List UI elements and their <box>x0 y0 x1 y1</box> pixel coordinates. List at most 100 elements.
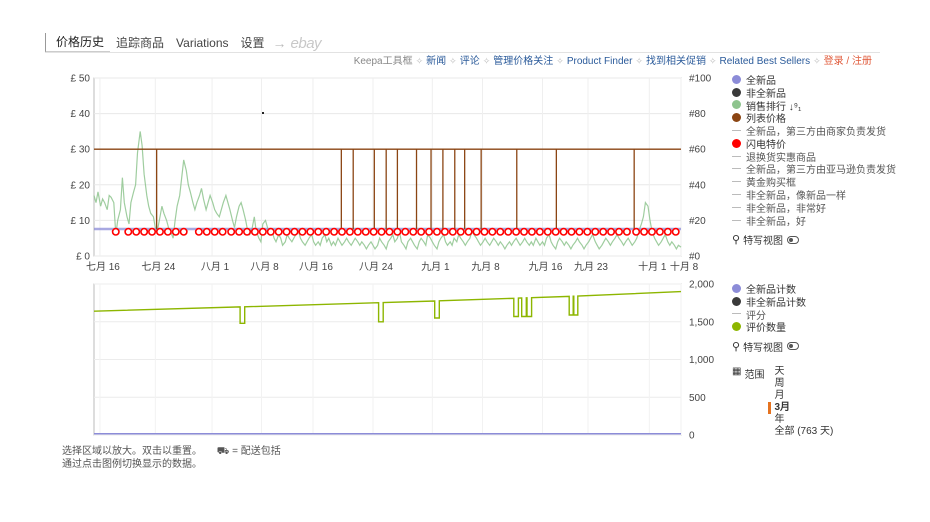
magnifier-icon: ⚲ <box>732 340 741 353</box>
toggle-switch-icon[interactable] <box>787 235 800 244</box>
zoom-toggle[interactable]: ⚲ 特写视图 <box>732 233 896 247</box>
lightning-deal-marker <box>567 227 576 236</box>
range-option[interactable]: 3月 <box>768 402 833 414</box>
legend-item[interactable]: 评价数量 <box>732 320 806 334</box>
lightning-deal-marker <box>306 227 315 236</box>
data-point-mark <box>262 112 264 114</box>
x-tick-label: 十月 1 <box>638 260 667 273</box>
range-option[interactable]: 周 <box>774 378 833 390</box>
lightning-deal-marker <box>218 227 227 236</box>
range-option[interactable]: 月 <box>774 390 833 402</box>
lightning-deal-marker <box>132 227 141 236</box>
lightning-deal-marker <box>353 227 362 236</box>
lightning-deal-marker <box>155 227 164 236</box>
lightning-deal-marker <box>535 227 544 236</box>
legend-swatch <box>732 155 741 157</box>
y-tick-left: £ 40 <box>71 109 91 120</box>
legend-swatch <box>732 168 741 170</box>
range-option[interactable]: 全部 (763 天) <box>774 426 833 438</box>
legend-swatch <box>732 87 741 97</box>
x-tick-label: 八月 16 <box>299 261 333 273</box>
x-tick-label: 九月 1 <box>421 261 450 273</box>
range-option[interactable]: 年 <box>774 414 833 426</box>
lightning-deal-marker <box>599 227 608 236</box>
lightning-deal-marker <box>361 227 370 236</box>
x-tick-label: 八月 1 <box>201 261 230 273</box>
legend-swatch <box>732 313 741 315</box>
lightning-deal-marker <box>337 227 346 236</box>
chart-hint-line2: 通过点击图例切换显示的数据。 <box>62 459 202 470</box>
lightning-deal-marker <box>345 227 354 236</box>
shipping-note: = 配送包括 <box>232 446 281 457</box>
lightning-deal-marker <box>575 227 584 236</box>
legend-swatch <box>732 113 741 123</box>
y-tick-right: #0 <box>689 252 701 263</box>
range-selector: ▦ 范围 天周月 3月年全部 (763 天) <box>732 366 833 438</box>
lightning-deal-marker <box>496 227 505 236</box>
legend-item[interactable]: 非全新品，好 <box>732 214 896 228</box>
legend-swatch <box>732 219 741 221</box>
y-tick-right: 2,000 <box>689 280 714 291</box>
truck-icon: ⛟ <box>216 446 230 457</box>
x-tick-label: 七月 16 <box>86 261 120 273</box>
legend-swatch <box>732 130 741 132</box>
y-tick-left: £ 0 <box>76 252 90 263</box>
lightning-deal-marker <box>274 227 283 236</box>
legend-swatch <box>732 194 741 196</box>
lightning-deal-marker <box>290 227 299 236</box>
y-tick-left: £ 20 <box>71 180 91 191</box>
legend-swatch <box>732 296 741 306</box>
x-tick-label: 八月 8 <box>250 261 279 273</box>
lightning-deal-marker <box>671 227 680 236</box>
price-chart[interactable]: £ 0 £ 10 £ 20 £ 30 £ 40 £ 50 #0 #20 #40 #60 #80 #10… <box>71 74 712 274</box>
lightning-deal-marker <box>655 227 664 236</box>
lightning-deal-marker <box>235 227 244 236</box>
y-tick-left: £ 10 <box>71 216 91 227</box>
legend-swatch <box>732 74 741 84</box>
lightning-deal-marker <box>520 227 529 236</box>
lightning-deal-marker <box>124 227 133 236</box>
legend-item[interactable]: 非全新品计数 <box>732 295 806 309</box>
legend-swatch <box>732 283 741 293</box>
lightning-deal-marker <box>647 227 656 236</box>
range-label: 范围 <box>744 370 765 381</box>
legend-swatch <box>732 181 741 183</box>
lightning-deal-marker <box>227 227 236 236</box>
y-tick-right: 1,500 <box>689 317 714 328</box>
lightning-deal-marker <box>377 227 386 236</box>
lightning-deal-marker <box>330 227 339 236</box>
y-tick-left: £ 30 <box>71 145 91 156</box>
lightning-deal-marker <box>210 227 219 236</box>
lightning-deal-marker <box>163 227 172 236</box>
zoom-label: 特写视图 <box>743 342 784 354</box>
lightning-deal-marker <box>243 227 252 236</box>
legend-swatch <box>732 206 741 208</box>
lightning-deal-marker <box>401 227 410 236</box>
toggle-switch-icon[interactable] <box>787 342 800 351</box>
y-tick-right: #100 <box>689 74 712 85</box>
lightning-deal-marker <box>425 227 434 236</box>
lightning-deal-marker <box>266 227 275 236</box>
zoom-label: 特写视图 <box>743 236 784 248</box>
lightning-deal-marker <box>480 227 489 236</box>
lightning-deal-marker <box>472 227 481 236</box>
x-tick-label: 七月 24 <box>141 261 175 273</box>
lightning-deal-marker <box>543 227 552 236</box>
x-tick-label: 九月 8 <box>471 261 500 273</box>
lightning-deal-marker <box>111 227 120 236</box>
lightning-deal-marker <box>298 227 307 236</box>
lightning-deal-marker <box>140 227 149 236</box>
lightning-deal-marker <box>417 227 426 236</box>
lightning-deal-marker <box>194 227 203 236</box>
price-legend: 全新品 非全新品 销售排行 ↓⁹₁ 列表价格 全新品，第三方由商家负责发货 闪电特价 退换货… <box>732 73 896 247</box>
lightning-deal-marker <box>393 227 402 236</box>
y-tick-right: #20 <box>689 216 706 227</box>
lightning-deal-marker <box>622 227 631 236</box>
zoom-toggle[interactable]: ⚲ 特写视图 <box>732 339 806 354</box>
review-count-chart[interactable]: 2,000 1,500 1,000 500 0 <box>93 280 714 442</box>
range-option[interactable]: 天 <box>774 366 833 378</box>
lightning-deal-marker <box>559 227 568 236</box>
lightning-deal-marker <box>591 227 600 236</box>
legend-swatch <box>732 322 741 332</box>
lightning-deal-marker <box>551 227 560 236</box>
